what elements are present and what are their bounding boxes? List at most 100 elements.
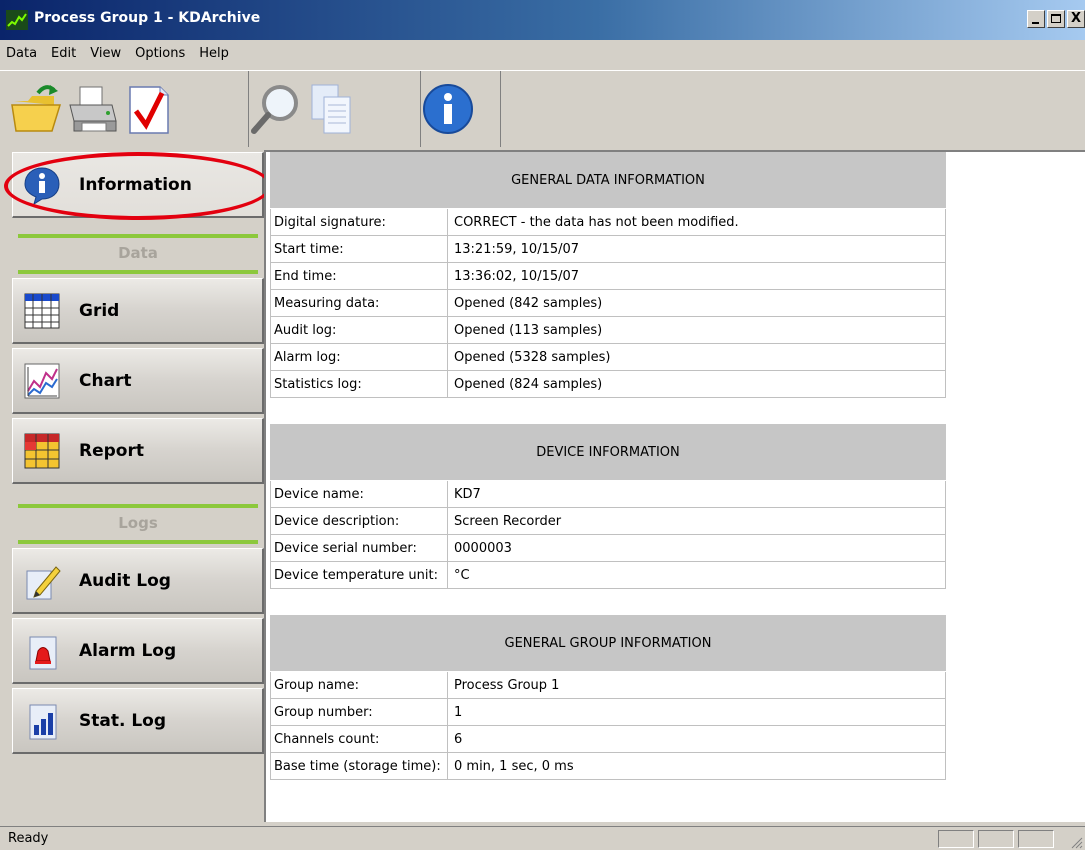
table-row: Audit log: Opened (113 samples) bbox=[270, 317, 946, 344]
sidebar-item-stat-log[interactable]: Stat. Log bbox=[12, 688, 264, 754]
window-controls: X bbox=[1027, 10, 1085, 28]
copy-button[interactable] bbox=[304, 75, 360, 143]
sidebar: Information Data Grid Chart Report Logs … bbox=[8, 150, 264, 822]
table-row: Start time: 13:21:59, 10/15/07 bbox=[270, 236, 946, 263]
row-value: 13:36:02, 10/15/07 bbox=[448, 263, 946, 289]
title-bar[interactable]: Process Group 1 - KDArchive X bbox=[0, 0, 1085, 40]
row-label: End time: bbox=[270, 263, 448, 289]
row-value: 13:21:59, 10/15/07 bbox=[448, 236, 946, 262]
verify-button[interactable] bbox=[120, 75, 176, 143]
grid-icon bbox=[21, 290, 63, 332]
sidebar-item-alarm-log[interactable]: Alarm Log bbox=[12, 618, 264, 684]
row-label: Device description: bbox=[270, 508, 448, 534]
row-label: Device temperature unit: bbox=[270, 562, 448, 588]
information-table: GENERAL DATA INFORMATION Digital signatu… bbox=[270, 152, 946, 780]
section-heading-group: GENERAL GROUP INFORMATION bbox=[270, 615, 946, 672]
table-row: Device description: Screen Recorder bbox=[270, 508, 946, 535]
row-value: 0000003 bbox=[448, 535, 946, 561]
sidebar-item-audit-log[interactable]: Audit Log bbox=[12, 548, 264, 614]
bar-chart-icon bbox=[21, 700, 63, 742]
menu-edit[interactable]: Edit bbox=[44, 46, 83, 61]
menu-view[interactable]: View bbox=[83, 46, 128, 61]
row-label: Statistics log: bbox=[270, 371, 448, 397]
table-row: Alarm log: Opened (5328 samples) bbox=[270, 344, 946, 371]
sidebar-item-label: Report bbox=[79, 440, 144, 461]
sidebar-item-report[interactable]: Report bbox=[12, 418, 264, 484]
status-panel bbox=[938, 830, 974, 848]
maximize-icon bbox=[1051, 14, 1061, 23]
sidebar-item-information[interactable]: Information bbox=[12, 152, 264, 218]
magnifier-icon bbox=[251, 85, 298, 134]
open-button[interactable] bbox=[8, 75, 64, 143]
row-label: Group number: bbox=[270, 699, 448, 725]
checkmark-icon bbox=[129, 86, 169, 134]
menu-data[interactable]: Data bbox=[0, 46, 44, 61]
window-title: Process Group 1 - KDArchive bbox=[34, 10, 261, 26]
information-pane: GENERAL DATA INFORMATION Digital signatu… bbox=[264, 150, 1085, 822]
section-heading-device: DEVICE INFORMATION bbox=[270, 424, 946, 481]
report-icon bbox=[21, 430, 63, 472]
row-label: Channels count: bbox=[270, 726, 448, 752]
section-heading-general-data: GENERAL DATA INFORMATION bbox=[270, 152, 946, 209]
row-label: Digital signature: bbox=[270, 209, 448, 235]
print-button[interactable] bbox=[64, 75, 120, 143]
row-value: Opened (113 samples) bbox=[448, 317, 946, 343]
row-value: Screen Recorder bbox=[448, 508, 946, 534]
table-row: Device serial number: 0000003 bbox=[270, 535, 946, 562]
table-row: Base time (storage time): 0 min, 1 sec, 0… bbox=[270, 753, 946, 780]
table-row: End time: 13:36:02, 10/15/07 bbox=[270, 263, 946, 290]
row-value: °C bbox=[448, 562, 946, 588]
status-bar: Ready bbox=[0, 826, 1085, 850]
table-row: Device name: KD7 bbox=[270, 481, 946, 508]
sidebar-item-label: Grid bbox=[79, 300, 120, 321]
chart-icon bbox=[21, 360, 63, 402]
row-value: CORRECT - the data has not been modified… bbox=[448, 209, 946, 235]
row-value: 0 min, 1 sec, 0 ms bbox=[448, 753, 946, 779]
section-title: Data bbox=[118, 244, 158, 262]
table-row: Group name: Process Group 1 bbox=[270, 672, 946, 699]
printer-icon bbox=[69, 86, 117, 132]
info-icon bbox=[21, 164, 63, 206]
sidebar-item-grid[interactable]: Grid bbox=[12, 278, 264, 344]
status-text: Ready bbox=[8, 831, 49, 846]
row-value: Opened (842 samples) bbox=[448, 290, 946, 316]
sidebar-item-label: Alarm Log bbox=[79, 640, 177, 661]
menu-bar: Data Edit View Options Help bbox=[0, 40, 1085, 66]
maximize-button[interactable] bbox=[1047, 10, 1065, 28]
row-value: 1 bbox=[448, 699, 946, 725]
resize-grip-icon[interactable] bbox=[1069, 835, 1083, 849]
open-folder-icon bbox=[11, 85, 62, 132]
row-value: Opened (5328 samples) bbox=[448, 344, 946, 370]
menu-options[interactable]: Options bbox=[128, 46, 192, 61]
search-button[interactable] bbox=[248, 75, 304, 143]
bell-icon bbox=[21, 630, 63, 672]
divider bbox=[18, 270, 258, 274]
table-row: Group number: 1 bbox=[270, 699, 946, 726]
table-row: Statistics log: Opened (824 samples) bbox=[270, 371, 946, 398]
menu-help[interactable]: Help bbox=[192, 46, 236, 61]
minimize-icon bbox=[1032, 22, 1039, 24]
copy-icon bbox=[311, 84, 351, 134]
table-row: Measuring data: Opened (842 samples) bbox=[270, 290, 946, 317]
app-logo-icon bbox=[6, 10, 28, 30]
table-row: Digital signature: CORRECT - the data has… bbox=[270, 209, 946, 236]
sidebar-item-chart[interactable]: Chart bbox=[12, 348, 264, 414]
info-icon bbox=[423, 84, 473, 134]
toolbar-group-help bbox=[420, 71, 501, 147]
toolbar-group-file bbox=[8, 71, 249, 147]
section-title: Logs bbox=[118, 514, 158, 532]
minimize-button[interactable] bbox=[1027, 10, 1045, 28]
toolbar-group-view bbox=[248, 71, 421, 147]
sidebar-item-label: Chart bbox=[79, 370, 132, 391]
row-label: Audit log: bbox=[270, 317, 448, 343]
close-button[interactable]: X bbox=[1067, 10, 1085, 28]
row-label: Measuring data: bbox=[270, 290, 448, 316]
about-button[interactable] bbox=[420, 75, 476, 143]
divider bbox=[18, 540, 258, 544]
table-row: Device temperature unit: °C bbox=[270, 562, 946, 589]
status-panel bbox=[978, 830, 1014, 848]
row-label: Device name: bbox=[270, 481, 448, 507]
row-value: Process Group 1 bbox=[448, 672, 946, 698]
